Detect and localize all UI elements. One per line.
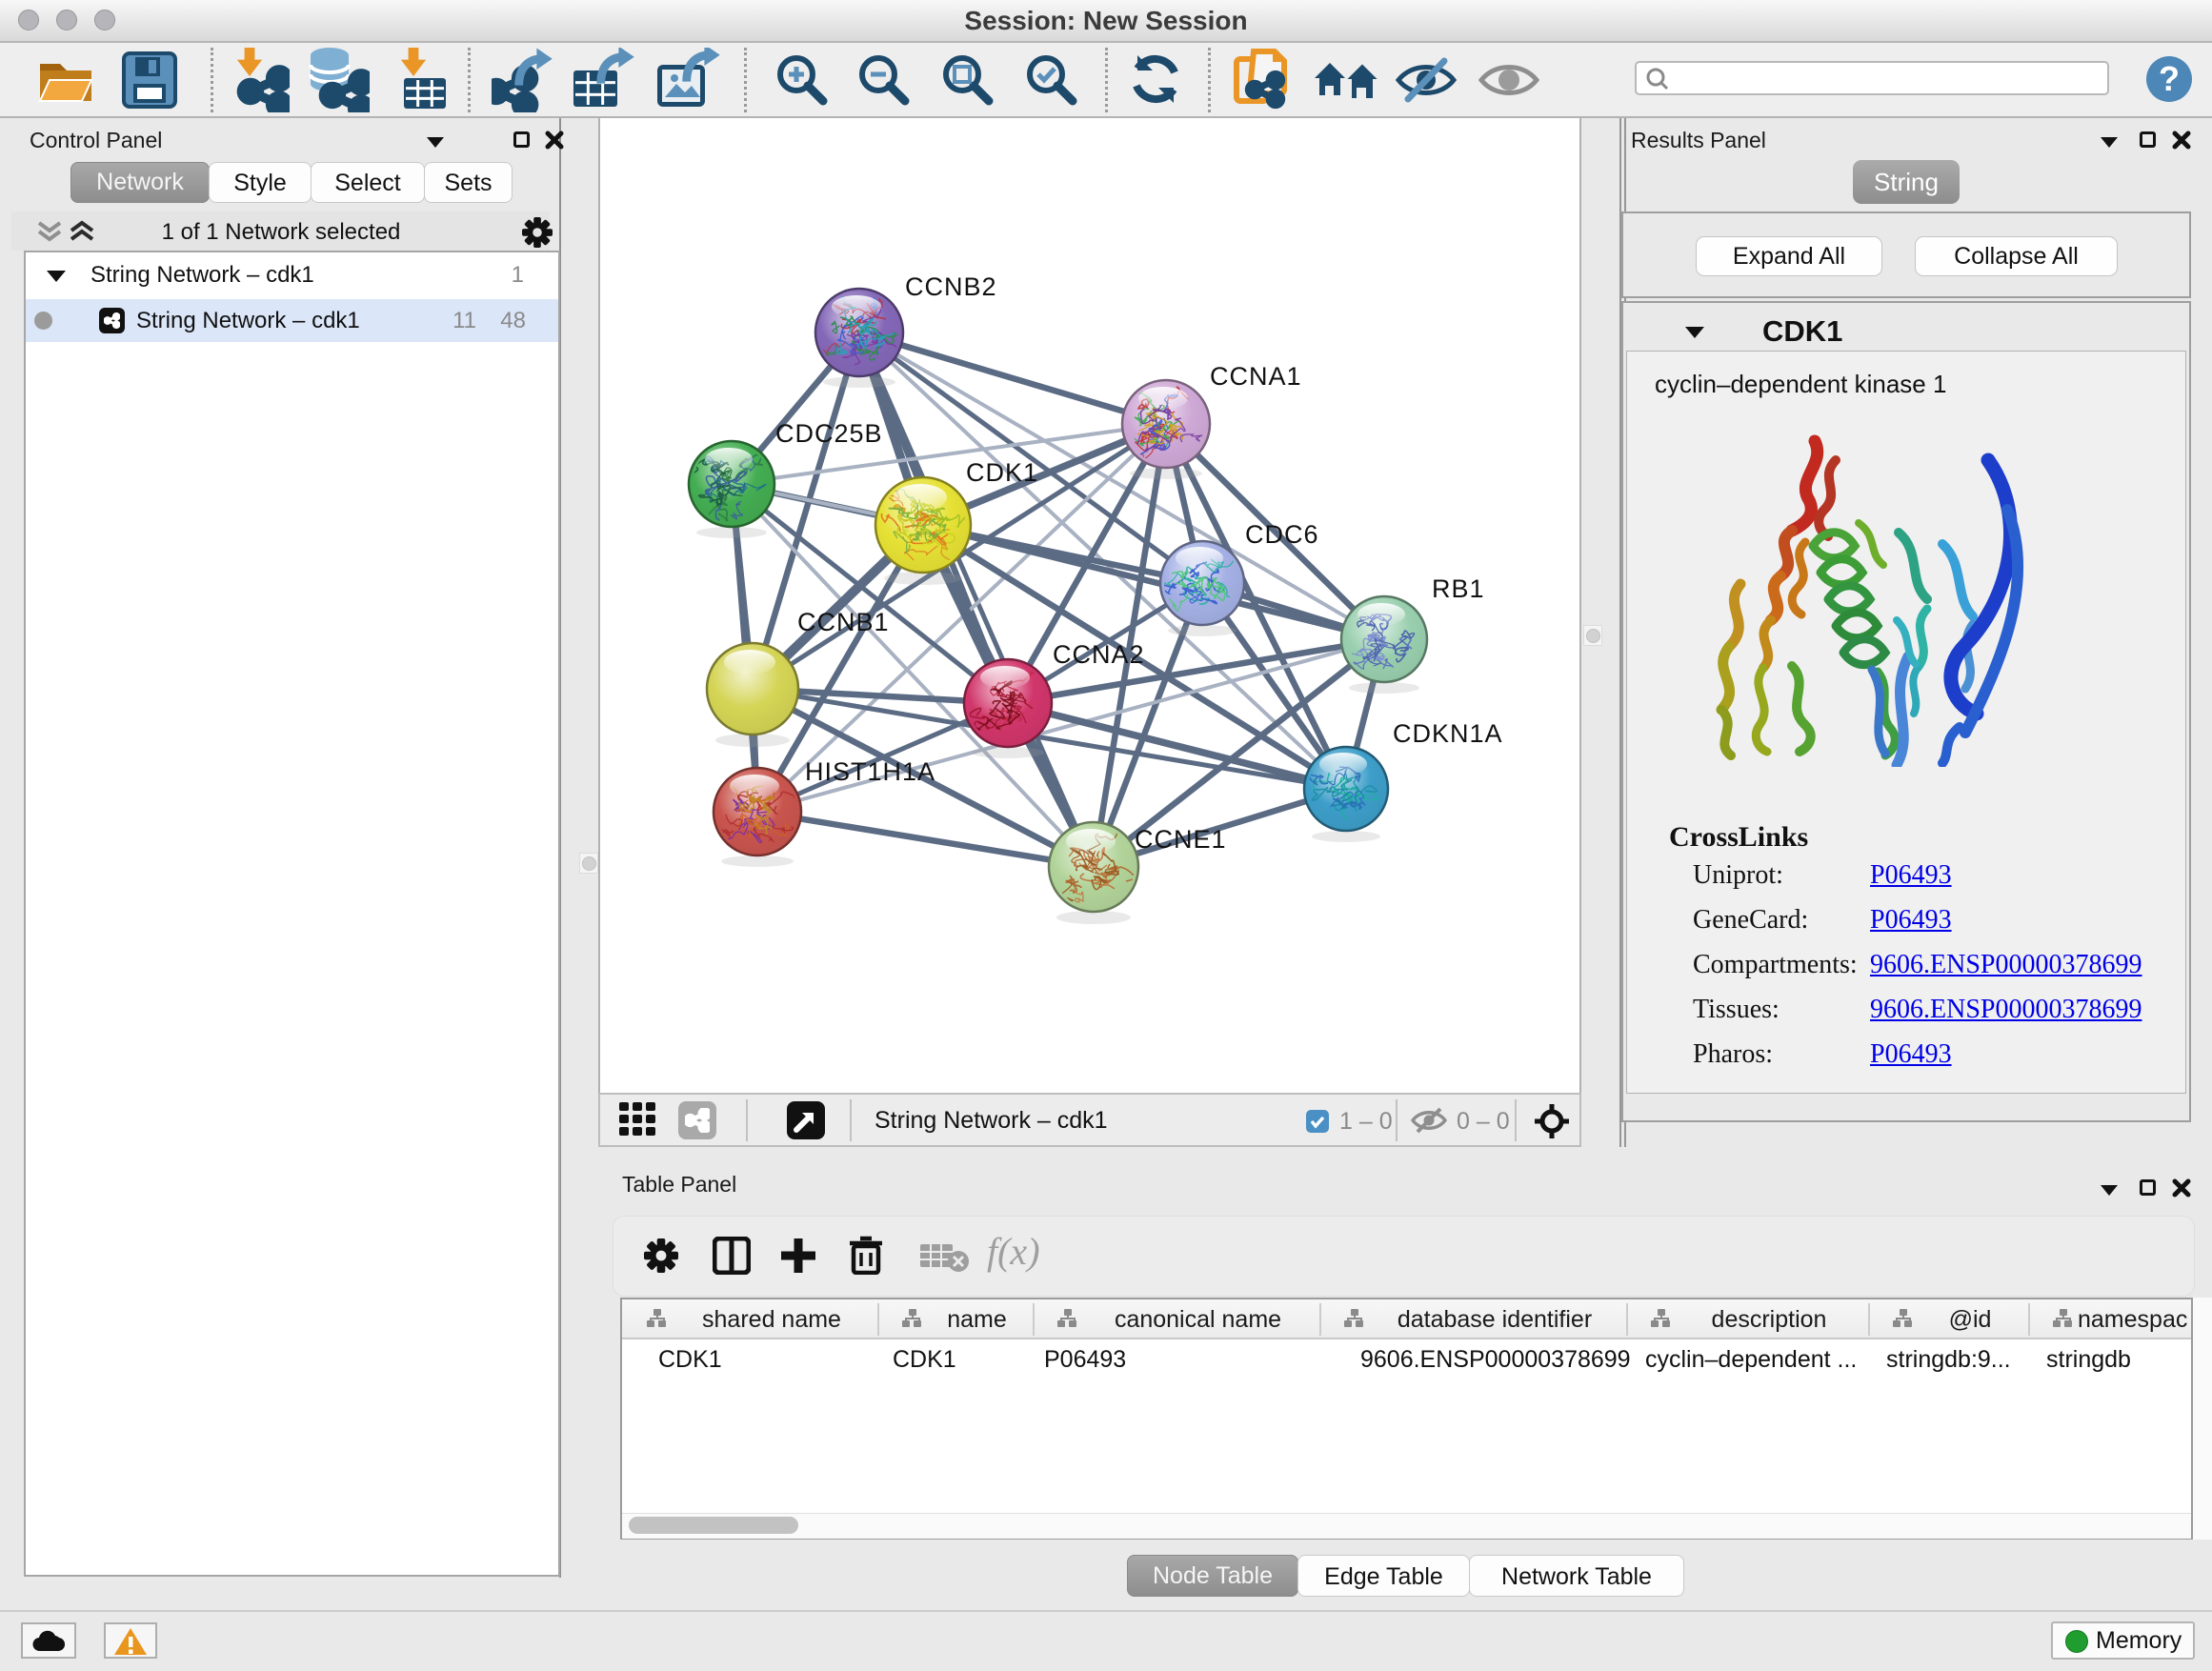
svg-text:RB1: RB1	[1432, 574, 1485, 603]
svg-text:CDC6: CDC6	[1245, 520, 1319, 549]
svg-text:CDKN1A: CDKN1A	[1393, 719, 1503, 748]
svg-text:CCNA1: CCNA1	[1210, 362, 1302, 391]
svg-text:CCNB1: CCNB1	[797, 608, 890, 636]
svg-text:CCNB2: CCNB2	[905, 272, 997, 301]
svg-text:HIST1H1A: HIST1H1A	[805, 757, 935, 786]
svg-text:CCNE1: CCNE1	[1135, 825, 1227, 854]
svg-text:CDC25B: CDC25B	[775, 419, 883, 448]
svg-text:CCNA2: CCNA2	[1053, 640, 1145, 669]
svg-text:CDK1: CDK1	[966, 458, 1038, 487]
